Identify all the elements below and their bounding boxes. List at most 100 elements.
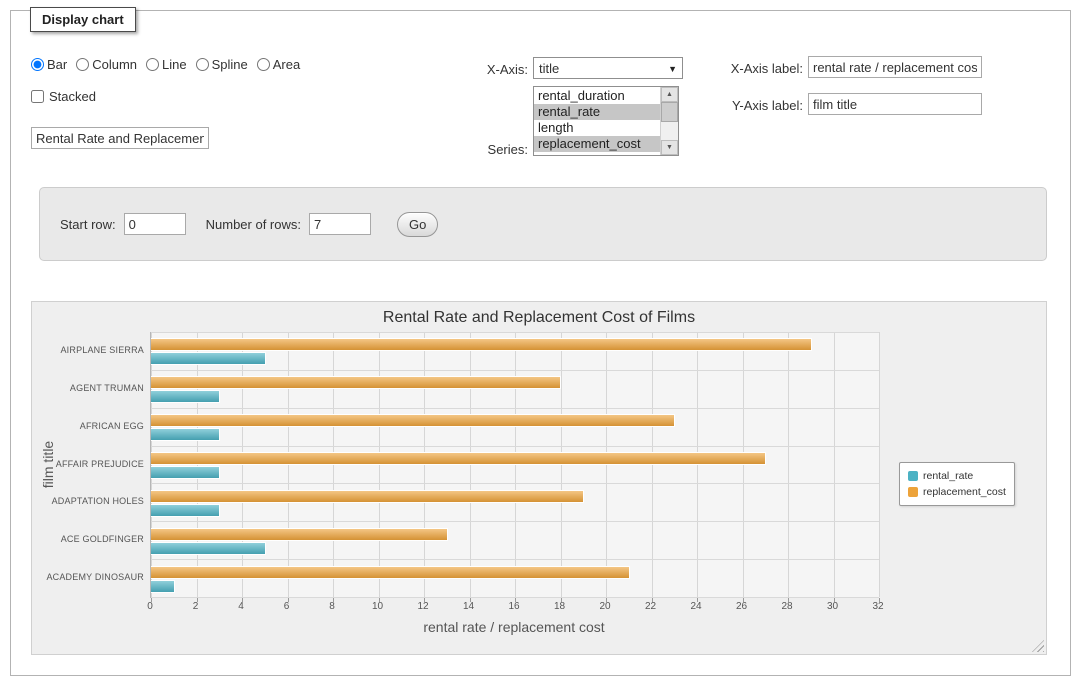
bar-replacement_cost: [151, 338, 812, 351]
radio-label: Line: [162, 57, 187, 72]
tick-label: 32: [872, 601, 883, 612]
chart-legend: rental_rate replacement_cost: [899, 462, 1015, 506]
gridline: [151, 483, 879, 484]
tick-label: 8: [329, 601, 335, 612]
bar-replacement_cost: [151, 452, 766, 465]
category-label: AGENT TRUMAN: [32, 383, 144, 393]
radio-line[interactable]: [146, 58, 159, 71]
tick-label: 26: [736, 601, 747, 612]
gridline: [151, 446, 879, 447]
gridline: [151, 370, 879, 371]
tick-label: 24: [690, 601, 701, 612]
chart-title-input[interactable]: [31, 127, 209, 149]
gridline: [879, 332, 880, 597]
tick-label: 16: [508, 601, 519, 612]
stacked-label: Stacked: [49, 89, 96, 104]
stacked-checkbox-row[interactable]: Stacked: [31, 89, 96, 104]
category-label: AFRICAN EGG: [32, 421, 144, 431]
legend-entry-replacement_cost[interactable]: replacement_cost: [908, 484, 1006, 500]
tick-label: 28: [781, 601, 792, 612]
tick-label: 10: [372, 601, 383, 612]
legend-entry-rental_rate[interactable]: rental_rate: [908, 468, 1006, 484]
category-label: AIRPLANE SIERRA: [32, 345, 144, 355]
tick-label: 18: [554, 601, 565, 612]
tick-label: 14: [463, 601, 474, 612]
xaxis-select[interactable]: title ▼: [533, 57, 683, 79]
category-label: ACE GOLDFINGER: [32, 534, 144, 544]
scroll-up-icon[interactable]: ▲: [661, 87, 678, 102]
radio-label: Column: [92, 57, 137, 72]
xaxis-label-input[interactable]: [808, 56, 982, 78]
go-button[interactable]: Go: [397, 212, 438, 237]
legend-label: replacement_cost: [923, 486, 1006, 498]
chart-type-option-bar[interactable]: Bar: [31, 57, 67, 72]
gridline: [151, 521, 879, 522]
chart-type-radios: Bar Column Line Spline Area: [31, 57, 300, 72]
xaxis-label-field-label: X-Axis label:: [711, 61, 803, 76]
radio-column[interactable]: [76, 58, 89, 71]
legend-swatch-icon: [908, 487, 918, 497]
chevron-down-icon: ▼: [668, 58, 677, 80]
gridline: [151, 597, 879, 598]
start-row-label: Start row:: [60, 217, 116, 232]
radio-label: Area: [273, 57, 300, 72]
series-option-rental_rate[interactable]: rental_rate: [534, 104, 661, 120]
bar-rental_rate: [151, 466, 220, 479]
yaxis-label-input[interactable]: [808, 93, 982, 115]
xaxis-select-label: X-Axis:: [451, 62, 528, 77]
yaxis-label-field-label: Y-Axis label:: [711, 98, 803, 113]
bar-replacement_cost: [151, 376, 561, 389]
bar-rental_rate: [151, 580, 175, 593]
scrollbar-thumb[interactable]: [661, 102, 678, 122]
legend-swatch-icon: [908, 471, 918, 481]
tick-label: 22: [645, 601, 656, 612]
series-listbox[interactable]: rental_durationrental_ratelengthreplacem…: [533, 86, 679, 156]
bar-rental_rate: [151, 352, 266, 365]
chart-type-option-spline[interactable]: Spline: [196, 57, 248, 72]
chart-type-option-column[interactable]: Column: [76, 57, 137, 72]
plot-area: [150, 332, 879, 598]
radio-label: Spline: [212, 57, 248, 72]
stacked-checkbox[interactable]: [31, 90, 44, 103]
category-label: ADAPTATION HOLES: [32, 496, 144, 506]
series-label: Series:: [451, 142, 528, 157]
series-option-replacement_cost[interactable]: replacement_cost: [534, 136, 661, 152]
row-controls-panel: Start row: Number of rows: Go: [39, 187, 1047, 261]
series-option-length[interactable]: length: [534, 120, 661, 136]
legend-label: rental_rate: [923, 470, 973, 482]
bar-replacement_cost: [151, 414, 675, 427]
series-option-rental_duration[interactable]: rental_duration: [534, 88, 661, 104]
chart-type-option-area[interactable]: Area: [257, 57, 300, 72]
display-chart-panel: Display chart Bar Column Line Spline Area St…: [10, 10, 1071, 676]
tick-label: 12: [417, 601, 428, 612]
bar-replacement_cost: [151, 490, 584, 503]
bar-replacement_cost: [151, 528, 448, 541]
tick-label: 6: [284, 601, 290, 612]
tick-label: 20: [599, 601, 610, 612]
number-of-rows-label: Number of rows:: [206, 217, 301, 232]
radio-label: Bar: [47, 57, 67, 72]
tick-label: 0: [147, 601, 153, 612]
radio-bar[interactable]: [31, 58, 44, 71]
start-row-input[interactable]: [124, 213, 186, 235]
bar-rental_rate: [151, 504, 220, 517]
chart-container: Rental Rate and Replacement Cost of Film…: [31, 301, 1047, 655]
radio-area[interactable]: [257, 58, 270, 71]
category-label: ACADEMY DINOSAUR: [32, 572, 144, 582]
number-of-rows-input[interactable]: [309, 213, 371, 235]
tick-label: 4: [238, 601, 244, 612]
xaxis-selected-value: title: [539, 61, 559, 76]
xaxis-tick-labels: 02468101214161820222426283032: [32, 601, 1046, 613]
listbox-scrollbar[interactable]: ▲ ▼: [660, 87, 678, 155]
gridline: [151, 559, 879, 560]
category-label: AFFAIR PREJUDICE: [32, 459, 144, 469]
chart-type-option-line[interactable]: Line: [146, 57, 187, 72]
bar-rental_rate: [151, 542, 266, 555]
gridline: [788, 332, 789, 597]
resize-handle-icon[interactable]: [1032, 640, 1044, 652]
bar-rental_rate: [151, 428, 220, 441]
tick-label: 2: [193, 601, 199, 612]
panel-legend: Display chart: [30, 7, 136, 32]
radio-spline[interactable]: [196, 58, 209, 71]
scroll-down-icon[interactable]: ▼: [661, 140, 678, 155]
